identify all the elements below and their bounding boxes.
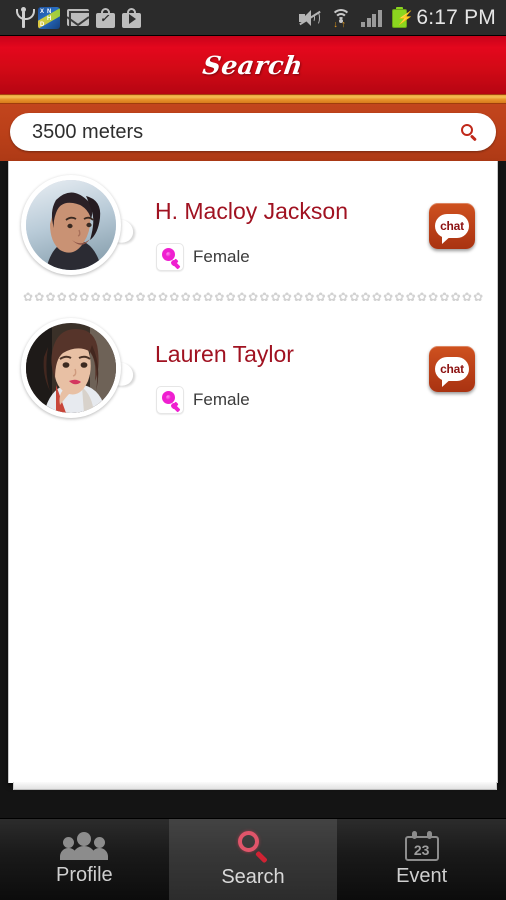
- list-divider: ✿✿✿✿✿✿✿✿✿✿✿✿✿✿✿✿✿✿✿✿✿✿✿✿✿✿✿✿✿✿✿✿✿✿✿✿✿✿✿✿…: [23, 291, 483, 303]
- mute-icon: [299, 9, 322, 27]
- table-row[interactable]: H. Macloy Jackson Female chat: [9, 161, 497, 291]
- search-icon[interactable]: [461, 123, 478, 141]
- tab-search-label: Search: [221, 866, 285, 888]
- tab-profile-label: Profile: [55, 864, 113, 886]
- app-icon-letter-d: D: [40, 21, 45, 28]
- calendar-icon: 23: [404, 831, 439, 861]
- play-store-icon: [122, 7, 141, 28]
- wifi-icon: ↓ ↑: [330, 8, 352, 28]
- tab-event[interactable]: 23 Event: [337, 819, 506, 900]
- app-header: Search: [0, 36, 506, 94]
- app-notification-icon: X N H D: [38, 6, 60, 29]
- avatar-photo-2: [26, 323, 116, 413]
- search-input-value[interactable]: 3500 meters: [32, 121, 143, 144]
- signal-icon: [361, 9, 383, 27]
- female-symbol-icon: [156, 243, 184, 271]
- status-bar-right-icons: ↓ ↑ ⚡ 6:17 PM: [299, 6, 506, 30]
- tab-search[interactable]: Search: [168, 819, 338, 900]
- table-row[interactable]: Lauren Taylor Female chat: [9, 304, 497, 434]
- calendar-day-number: 23: [413, 842, 430, 858]
- chat-button-label: chat: [440, 219, 464, 233]
- usb-icon: [16, 6, 35, 29]
- app-icon-letter-x: X: [40, 8, 45, 15]
- chat-button[interactable]: chat: [429, 203, 475, 249]
- search-bar-zone: 3500 meters: [0, 104, 506, 161]
- avatar[interactable]: [21, 318, 135, 422]
- bottom-tab-bar: Profile Search 23 Event: [0, 818, 506, 900]
- gender-info: Female: [156, 386, 250, 414]
- chat-bubble-icon: chat: [435, 357, 469, 387]
- mail-icon: [67, 9, 89, 26]
- tab-profile[interactable]: Profile: [0, 819, 169, 900]
- app-root: X N H D ✓ ↓ ↑ ⚡ 6:17 PM Search 3500 mete…: [0, 0, 506, 900]
- results-panel: H. Macloy Jackson Female chat ✿✿✿✿✿✿✿✿✿✿…: [8, 161, 498, 790]
- results-area: H. Macloy Jackson Female chat ✿✿✿✿✿✿✿✿✿✿…: [0, 161, 506, 818]
- status-bar-clock: 6:17 PM: [416, 5, 496, 29]
- chat-button-label: chat: [440, 362, 464, 376]
- chat-button[interactable]: chat: [429, 346, 475, 392]
- header-stripe-divider: [0, 94, 506, 104]
- battery-charging-icon: ⚡: [392, 7, 413, 28]
- download-complete-icon: ✓: [96, 7, 115, 28]
- gender-label: Female: [193, 247, 250, 266]
- page-title: Search: [201, 50, 305, 80]
- tab-event-label: Event: [396, 865, 448, 887]
- avatar[interactable]: [21, 175, 135, 279]
- search-input[interactable]: 3500 meters: [10, 113, 496, 151]
- magnifier-icon: [237, 830, 269, 864]
- avatar-photo-1: [26, 180, 116, 270]
- result-name[interactable]: H. Macloy Jackson: [155, 198, 348, 225]
- result-name[interactable]: Lauren Taylor: [155, 341, 294, 368]
- app-icon-letter-h: H: [47, 15, 52, 22]
- status-bar-left-icons: X N H D ✓: [0, 6, 141, 29]
- chat-bubble-icon: chat: [435, 214, 469, 244]
- people-icon: [60, 832, 109, 860]
- status-bar: X N H D ✓ ↓ ↑ ⚡ 6:17 PM: [0, 0, 506, 36]
- gender-info: Female: [156, 243, 250, 271]
- app-icon-letter-n: N: [47, 8, 52, 15]
- gender-label: Female: [193, 390, 250, 409]
- female-symbol-icon: [156, 386, 184, 414]
